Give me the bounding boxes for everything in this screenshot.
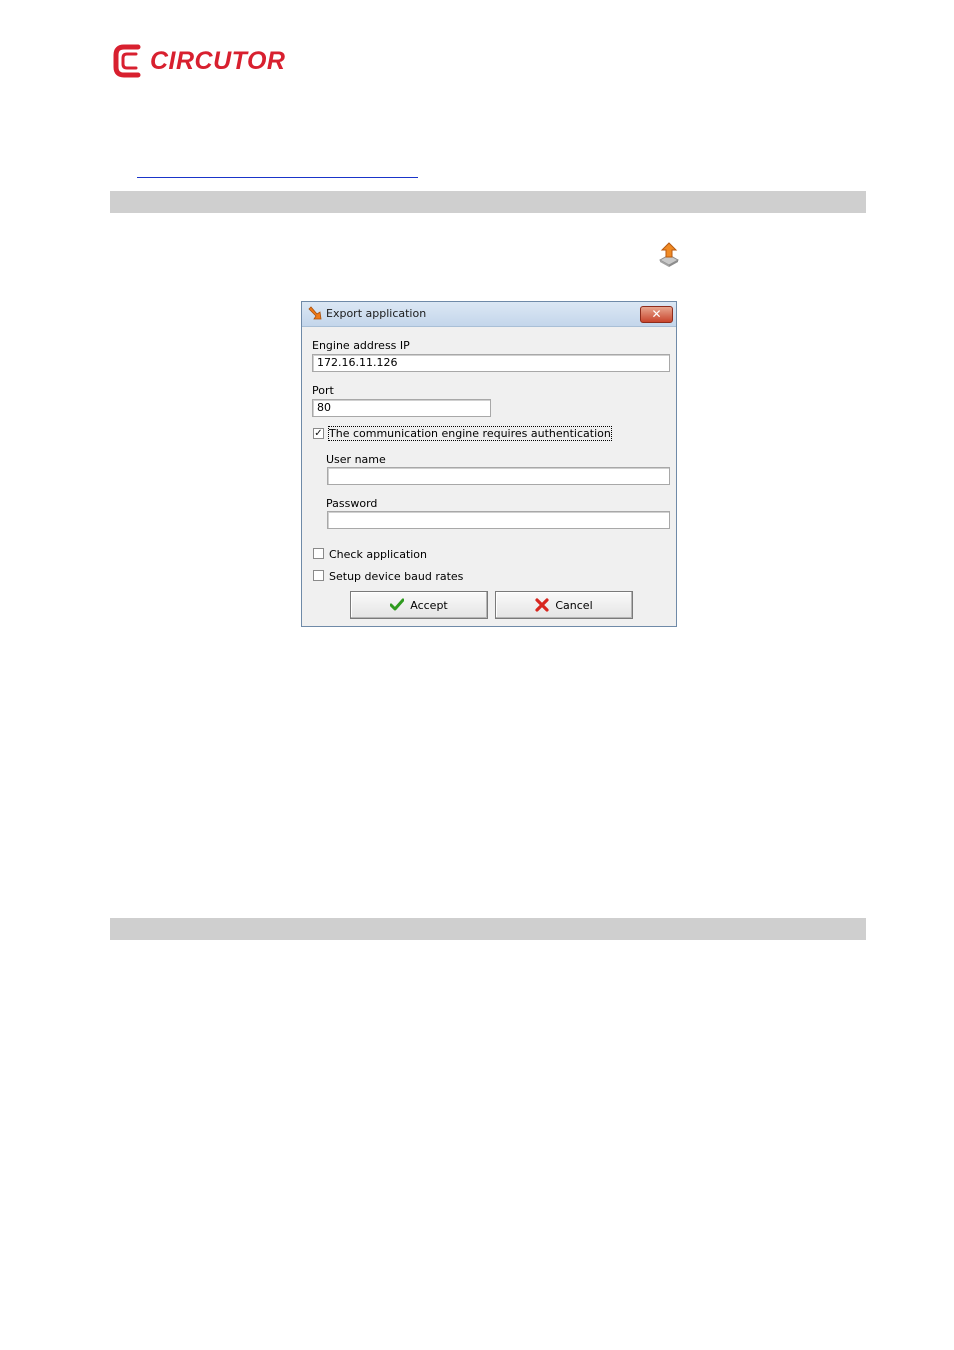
auth-checkbox[interactable]: ✓ [313,428,324,439]
accept-label: Accept [410,598,448,612]
accept-button[interactable]: Accept [350,591,488,619]
port-input[interactable]: 80 [312,399,491,417]
setup-baud-checkbox[interactable] [313,570,324,581]
logo-text: CIRCUTOR [150,47,286,75]
auth-checkbox-label[interactable]: The communication engine requires authen… [328,426,612,441]
hyperlink-underline[interactable] [137,177,418,178]
cancel-label: Cancel [555,598,593,612]
engine-ip-label: Engine address IP [312,339,410,352]
export-dialog-icon [308,306,322,320]
circutor-logo-icon [113,44,141,78]
dialog-title: Export application [326,307,427,320]
check-application-checkbox[interactable] [313,548,324,559]
export-application-dialog: Export application ✕ Engine address IP 1… [301,301,677,627]
password-label: Password [326,497,378,510]
check-application-label[interactable]: Check application [329,548,427,561]
setup-baud-label[interactable]: Setup device baud rates [329,570,463,583]
engine-ip-input[interactable]: 172.16.11.126 [312,354,670,372]
password-input[interactable] [327,511,670,529]
checkmark-icon [390,598,405,611]
username-label: User name [326,453,386,466]
section-bar-top [110,191,866,213]
port-label: Port [312,384,334,397]
auth-check-mark: ✓ [314,428,323,439]
circutor-logo: CIRCUTOR [112,42,285,80]
close-icon: ✕ [651,307,662,321]
export-application-icon [658,242,680,267]
username-input[interactable] [327,467,670,485]
close-button[interactable]: ✕ [640,306,673,323]
dialog-titlebar[interactable]: Export application ✕ [302,302,676,327]
cancel-button[interactable]: Cancel [495,591,633,619]
red-x-icon [535,598,549,612]
section-bar-bottom [110,918,866,940]
